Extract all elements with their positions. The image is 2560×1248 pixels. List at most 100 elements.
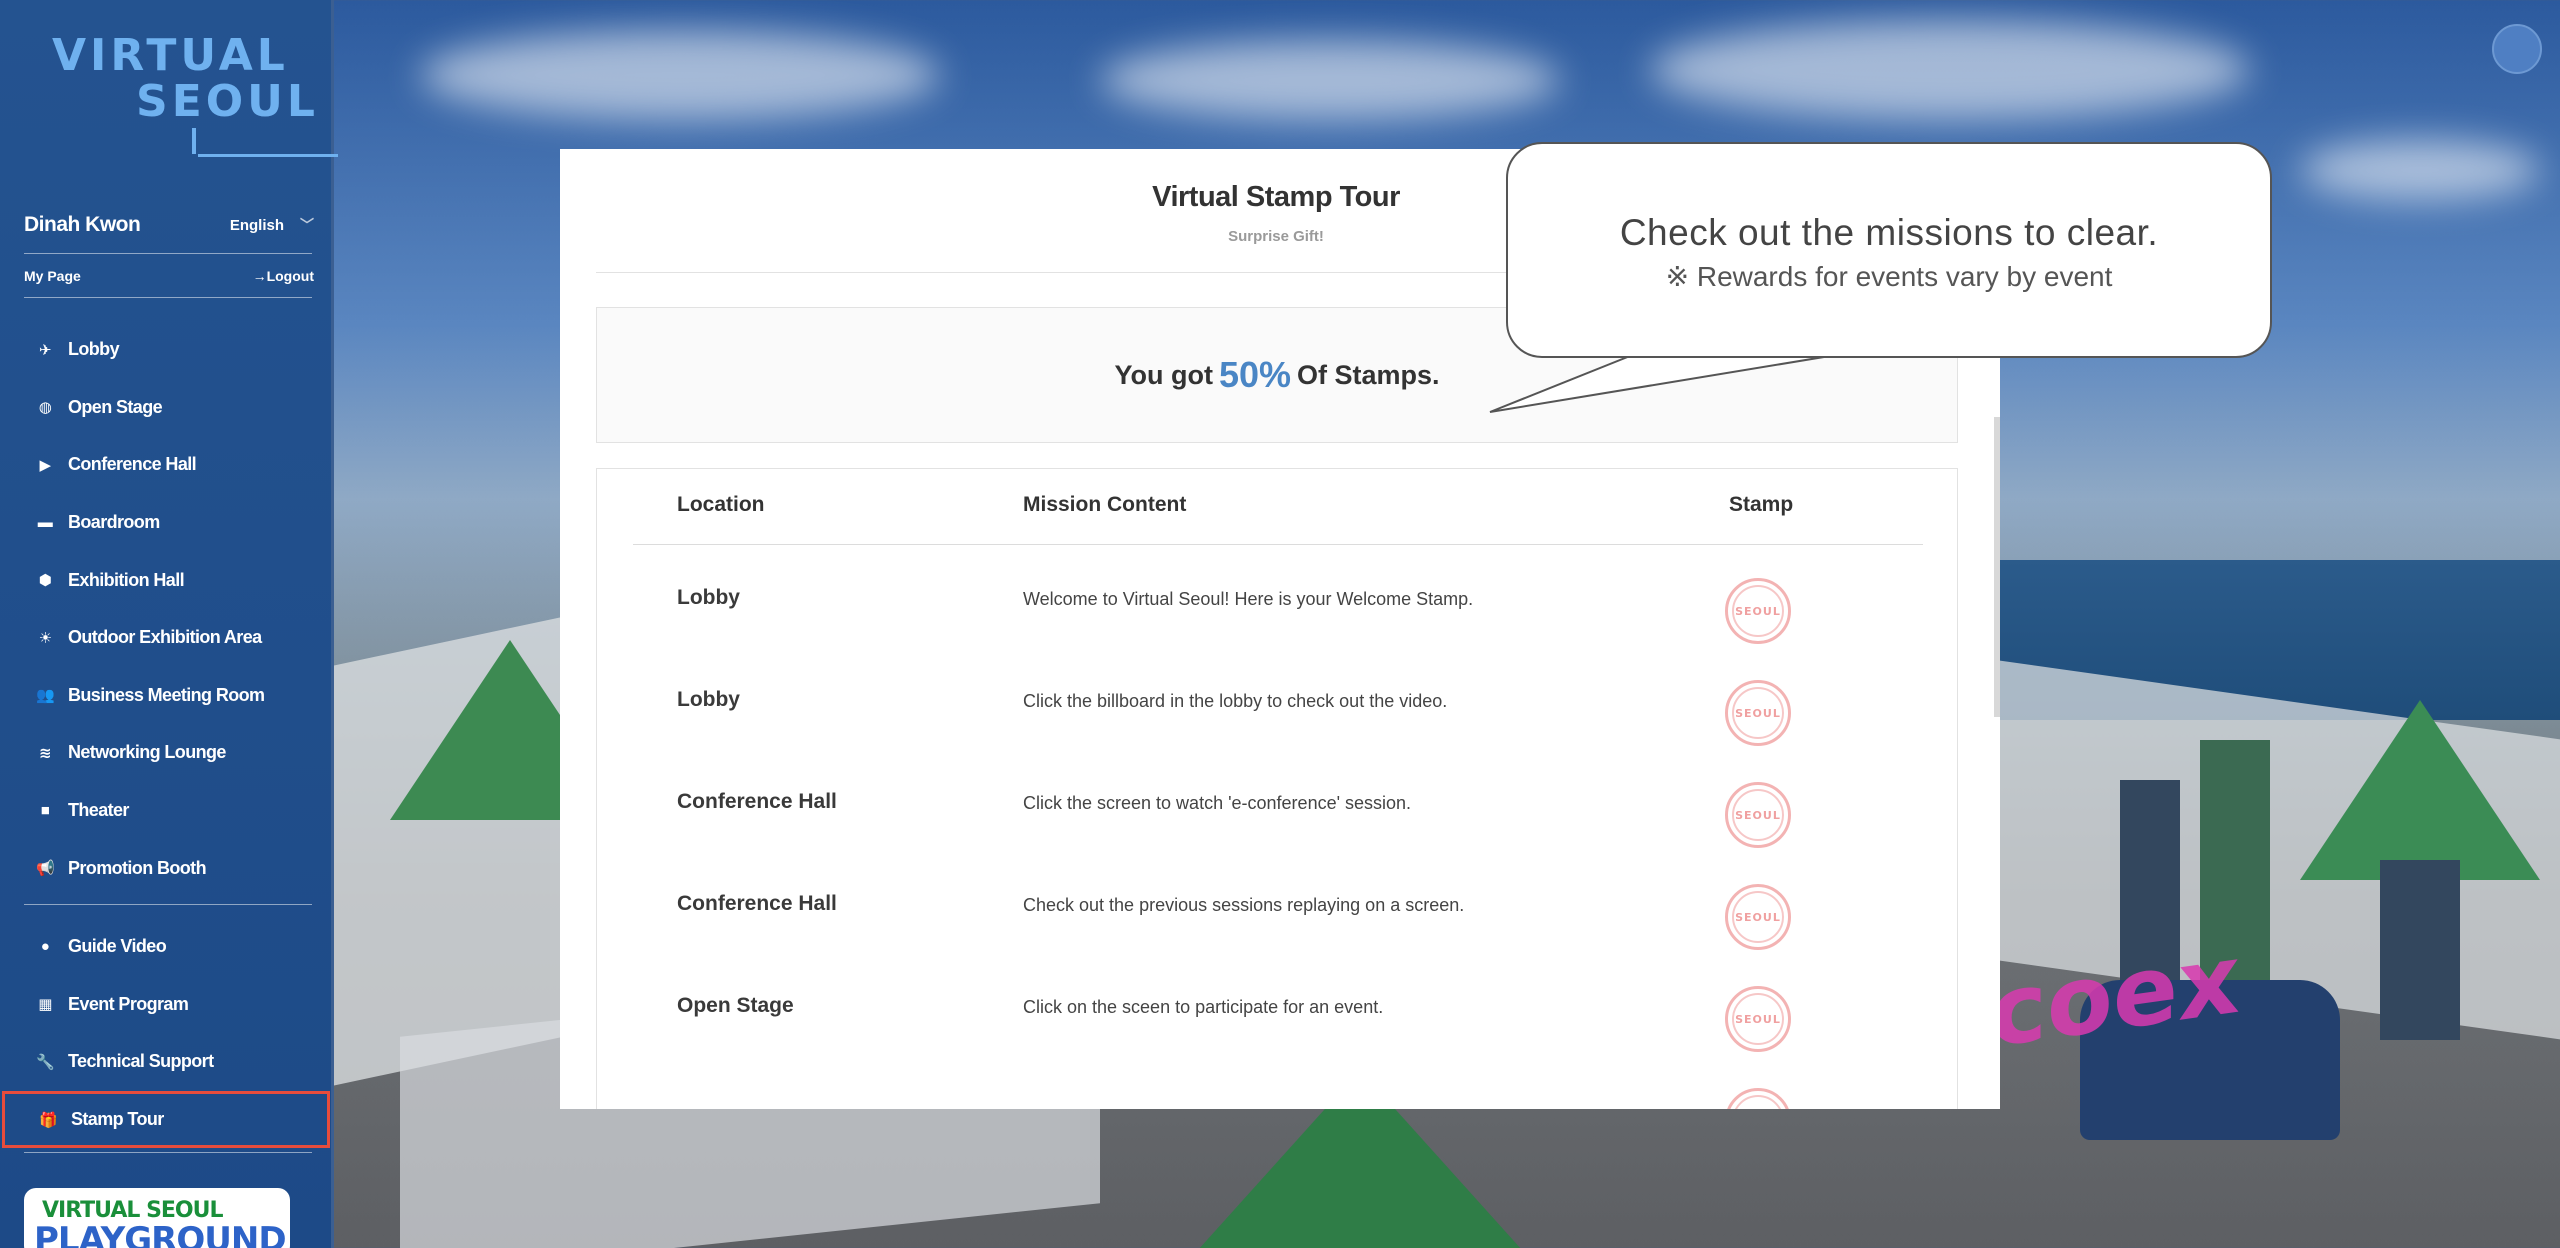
sidebar-item-label: Promotion Booth: [68, 857, 207, 878]
my-page-link[interactable]: My Page: [24, 268, 81, 284]
progress-value: 50%: [1218, 354, 1291, 395]
logo-line2: SEOUL: [136, 76, 319, 127]
cloud: [1650, 20, 2250, 120]
scrollbar[interactable]: [1994, 417, 2000, 717]
sidebar-item-label: Technical Support: [68, 1051, 214, 1072]
sidebar-item-theater[interactable]: ■ Theater: [0, 782, 334, 840]
question-icon: ●: [40, 938, 50, 956]
table-header: Location Mission Content Stamp: [633, 469, 1923, 545]
user-row: Dinah Kwon English ﹀: [24, 210, 314, 240]
video-icon: ■: [40, 802, 50, 820]
row-mission: Check out the previous sessions replayin…: [1023, 895, 1465, 915]
cloud: [1100, 40, 1560, 120]
sidebar-item-conference-hall[interactable]: ▶ Conference Hall: [0, 436, 334, 494]
sidebar-item-guide-video[interactable]: ● Guide Video: [0, 918, 334, 976]
sidebar-item-label: Open Stage: [68, 396, 163, 417]
menu-toggle-button[interactable]: [2492, 24, 2542, 74]
sidebar-item-label: Business Meeting Room: [68, 684, 265, 705]
sidebar-item-outdoor-exhibition-area[interactable]: ☀ Outdoor Exhibition Area: [0, 609, 334, 667]
stamp-icon: SEOUL: [1725, 884, 1791, 950]
progress-suffix: Of Stamps.: [1297, 359, 1440, 390]
help-callout: Check out the missions to clear. ※ Rewar…: [1506, 142, 2272, 358]
logo-mark: [192, 128, 196, 154]
sidebar-item-event-program[interactable]: ▦ Event Program: [0, 976, 334, 1034]
calendar-icon: ▦: [38, 996, 52, 1014]
tree: [2300, 700, 2540, 880]
globe-icon: ◍: [38, 399, 52, 417]
row-location: Conference Hall: [677, 892, 837, 915]
playground-banner[interactable]: VIRTUAL SEOUL PLAYGROUND: [24, 1188, 290, 1248]
table-row: Conference Hall Check out the previous s…: [633, 852, 1923, 954]
row-mission: Click on the sceen to participate for an…: [1023, 997, 1384, 1017]
gift-icon: 🎁: [38, 1111, 58, 1129]
table-row: Lobby Welcome to Virtual Seoul! Here is …: [633, 546, 1923, 648]
sidebar-item-technical-support[interactable]: 🔧 Technical Support: [0, 1033, 334, 1091]
sidebar-item-label: Guide Video: [68, 936, 167, 957]
megaphone-icon: 📢: [35, 860, 55, 878]
stamp-label: SEOUL: [1732, 993, 1784, 1045]
stamp-icon: SEOUL: [1725, 578, 1791, 644]
row-location: Lobby: [677, 688, 740, 711]
logo-underline: [198, 154, 338, 157]
column-location: Location: [677, 493, 765, 516]
playground-line2: PLAYGROUND: [34, 1220, 287, 1248]
table-row: [633, 1056, 1923, 1109]
chevron-down-icon: ﹀: [300, 217, 314, 233]
sidebar-item-open-stage[interactable]: ◍ Open Stage: [0, 379, 334, 437]
support-menu: ● Guide Video ▦ Event Program 🔧 Technica…: [0, 918, 334, 1149]
row-location: Open Stage: [677, 994, 794, 1017]
stamp-label: SEOUL: [1732, 789, 1784, 841]
logo-line1: VIRTUAL: [52, 30, 289, 81]
row-location: Conference Hall: [677, 790, 837, 813]
stamp-icon: SEOUL: [1725, 782, 1791, 848]
plane-icon: ✈: [39, 341, 52, 359]
sidebar-item-stamp-tour[interactable]: 🎁 Stamp Tour: [2, 1090, 330, 1149]
stamp-icon: SEOUL: [1725, 680, 1791, 746]
callout-line2: ※ Rewards for events vary by event: [1665, 261, 2113, 292]
sidebar-item-label: Networking Lounge: [68, 742, 226, 763]
main-menu: ✈ Lobby ◍ Open Stage ▶ Conference Hall ▬…: [0, 321, 334, 897]
sidebar-item-label: Lobby: [68, 339, 120, 360]
divider: [24, 1152, 312, 1153]
callout-line1: Check out the missions to clear.: [1619, 212, 2159, 253]
cube-icon: ⬢: [38, 572, 52, 590]
stamp-icon: [1725, 1088, 1791, 1109]
cloud: [420, 30, 940, 120]
sidebar-item-label: Exhibition Hall: [68, 569, 185, 590]
briefcase-icon: ▬: [37, 514, 53, 532]
cloud: [2300, 140, 2540, 200]
column-stamp: Stamp: [1729, 493, 1794, 516]
account-row: My Page →Logout: [24, 268, 314, 284]
progress-prefix: You got: [1114, 359, 1213, 390]
row-mission: Click the billboard in the lobby to chec…: [1023, 691, 1448, 711]
stamp-icon: SEOUL: [1725, 986, 1791, 1052]
divider: [24, 253, 312, 254]
sidebar-item-exhibition-hall[interactable]: ⬢ Exhibition Hall: [0, 551, 334, 609]
sidebar: VIRTUAL SEOUL Dinah Kwon English ﹀ My Pa…: [0, 0, 338, 1248]
sidebar-item-label: Outdoor Exhibition Area: [68, 627, 262, 648]
table-row: Lobby Click the billboard in the lobby t…: [633, 648, 1923, 750]
sidebar-item-promotion-booth[interactable]: 📢 Promotion Booth: [0, 839, 334, 897]
user-name: Dinah Kwon: [24, 213, 141, 236]
sidebar-item-lobby[interactable]: ✈ Lobby: [0, 321, 334, 379]
sidebar-item-label: Stamp Tour: [71, 1109, 164, 1130]
language-select[interactable]: English ﹀: [230, 215, 314, 235]
sidebar-item-networking-lounge[interactable]: ≋ Networking Lounge: [0, 724, 334, 782]
wrench-icon: 🔧: [35, 1053, 55, 1071]
sidebar-item-boardroom[interactable]: ▬ Boardroom: [0, 494, 334, 552]
sidebar-item-business-meeting-room[interactable]: 👥 Business Meeting Room: [0, 667, 334, 725]
play-icon: ▶: [39, 456, 52, 474]
divider: [24, 904, 312, 905]
language-label: English: [229, 216, 284, 234]
sidebar-item-label: Boardroom: [68, 512, 160, 533]
row-mission: Welcome to Virtual Seoul! Here is your W…: [1023, 589, 1474, 609]
column-mission-content: Mission Content: [1023, 493, 1187, 516]
wifi-icon: ≋: [39, 744, 52, 762]
logout-link[interactable]: →Logout: [253, 268, 314, 284]
table-row: Conference Hall Click the screen to watc…: [633, 750, 1923, 852]
sidebar-item-label: Theater: [68, 800, 129, 821]
row-location: Lobby: [677, 586, 740, 609]
stamp-label: SEOUL: [1732, 585, 1784, 637]
sidebar-item-label: Event Program: [68, 993, 189, 1014]
virtual-seoul-logo[interactable]: VIRTUAL SEOUL: [52, 30, 338, 170]
